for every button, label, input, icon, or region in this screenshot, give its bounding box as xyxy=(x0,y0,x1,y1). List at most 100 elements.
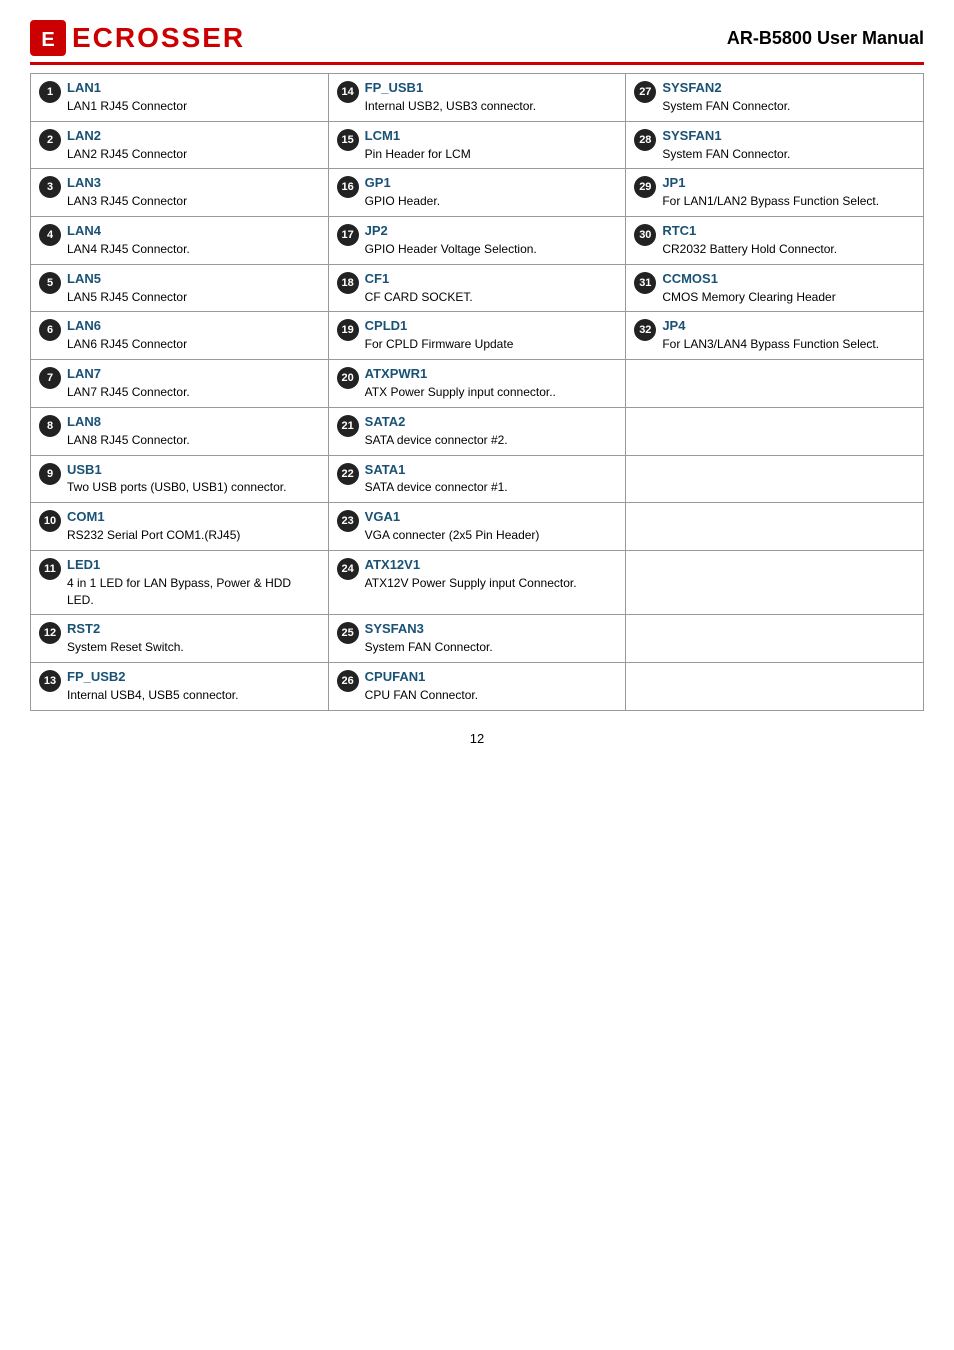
table-cell: 14 FP_USB1 Internal USB2, USB3 connector… xyxy=(328,74,626,122)
item-title: FP_USB2 xyxy=(67,669,320,686)
item-badge: 4 xyxy=(39,224,61,246)
item-title: CPLD1 xyxy=(365,318,618,335)
table-cell xyxy=(626,550,924,614)
table-cell: 20 ATXPWR1 ATX Power Supply input connec… xyxy=(328,360,626,408)
table-cell: 4 LAN4 LAN4 RJ45 Connector. xyxy=(31,217,329,265)
item-desc: CF CARD SOCKET. xyxy=(365,289,618,306)
item-badge: 32 xyxy=(634,319,656,341)
item-desc: 4 in 1 LED for LAN Bypass, Power & HDD L… xyxy=(67,575,320,609)
list-item: 25 SYSFAN3 System FAN Connector. xyxy=(337,621,618,656)
item-badge: 23 xyxy=(337,510,359,532)
item-badge: 8 xyxy=(39,415,61,437)
list-item: 29 JP1 For LAN1/LAN2 Bypass Function Sel… xyxy=(634,175,915,210)
item-title: JP1 xyxy=(662,175,915,192)
item-desc: VGA connecter (2x5 Pin Header) xyxy=(365,527,618,544)
item-badge: 12 xyxy=(39,622,61,644)
table-cell: 11 LED1 4 in 1 LED for LAN Bypass, Power… xyxy=(31,550,329,614)
item-title: GP1 xyxy=(365,175,618,192)
item-badge: 1 xyxy=(39,81,61,103)
list-item: 23 VGA1 VGA connecter (2x5 Pin Header) xyxy=(337,509,618,544)
table-cell: 27 SYSFAN2 System FAN Connector. xyxy=(626,74,924,122)
item-content: LCM1 Pin Header for LCM xyxy=(365,128,618,163)
list-item: 28 SYSFAN1 System FAN Connector. xyxy=(634,128,915,163)
item-desc: CMOS Memory Clearing Header xyxy=(662,289,915,306)
list-item: 32 JP4 For LAN3/LAN4 Bypass Function Sel… xyxy=(634,318,915,353)
item-desc: GPIO Header Voltage Selection. xyxy=(365,241,618,258)
item-content: GP1 GPIO Header. xyxy=(365,175,618,210)
item-desc: ATX12V Power Supply input Connector. xyxy=(365,575,618,592)
item-desc: CPU FAN Connector. xyxy=(365,687,618,704)
item-desc: LAN3 RJ45 Connector xyxy=(67,193,320,210)
item-title: COM1 xyxy=(67,509,320,526)
item-content: FP_USB1 Internal USB2, USB3 connector. xyxy=(365,80,618,115)
table-cell: 13 FP_USB2 Internal USB4, USB5 connector… xyxy=(31,663,329,711)
table-cell: 6 LAN6 LAN6 RJ45 Connector xyxy=(31,312,329,360)
item-title: SATA2 xyxy=(365,414,618,431)
page-header: E ECROSSER AR-B5800 User Manual xyxy=(30,20,924,65)
item-badge: 14 xyxy=(337,81,359,103)
item-content: LED1 4 in 1 LED for LAN Bypass, Power & … xyxy=(67,557,320,608)
item-title: LED1 xyxy=(67,557,320,574)
list-item: 30 RTC1 CR2032 Battery Hold Connector. xyxy=(634,223,915,258)
item-content: SATA1 SATA device connector #1. xyxy=(365,462,618,497)
item-content: USB1 Two USB ports (USB0, USB1) connecto… xyxy=(67,462,320,497)
item-content: COM1 RS232 Serial Port COM1.(RJ45) xyxy=(67,509,320,544)
table-cell: 32 JP4 For LAN3/LAN4 Bypass Function Sel… xyxy=(626,312,924,360)
item-title: JP2 xyxy=(365,223,618,240)
item-content: SYSFAN2 System FAN Connector. xyxy=(662,80,915,115)
list-item: 11 LED1 4 in 1 LED for LAN Bypass, Power… xyxy=(39,557,320,608)
list-item: 24 ATX12V1 ATX12V Power Supply input Con… xyxy=(337,557,618,592)
table-cell: 15 LCM1 Pin Header for LCM xyxy=(328,121,626,169)
item-badge: 11 xyxy=(39,558,61,580)
table-cell xyxy=(626,503,924,551)
item-desc: Internal USB2, USB3 connector. xyxy=(365,98,618,115)
item-badge: 3 xyxy=(39,176,61,198)
item-content: LAN8 LAN8 RJ45 Connector. xyxy=(67,414,320,449)
table-cell: 24 ATX12V1 ATX12V Power Supply input Con… xyxy=(328,550,626,614)
item-desc: System Reset Switch. xyxy=(67,639,320,656)
list-item: 2 LAN2 LAN2 RJ45 Connector xyxy=(39,128,320,163)
list-item: 16 GP1 GPIO Header. xyxy=(337,175,618,210)
item-content: CPLD1 For CPLD Firmware Update xyxy=(365,318,618,353)
item-badge: 13 xyxy=(39,670,61,692)
item-desc: For CPLD Firmware Update xyxy=(365,336,618,353)
item-title: RTC1 xyxy=(662,223,915,240)
item-content: LAN7 LAN7 RJ45 Connector. xyxy=(67,366,320,401)
table-cell: 8 LAN8 LAN8 RJ45 Connector. xyxy=(31,407,329,455)
item-content: SYSFAN3 System FAN Connector. xyxy=(365,621,618,656)
item-badge: 15 xyxy=(337,129,359,151)
table-cell: 23 VGA1 VGA connecter (2x5 Pin Header) xyxy=(328,503,626,551)
item-content: ATX12V1 ATX12V Power Supply input Connec… xyxy=(365,557,618,592)
item-badge: 22 xyxy=(337,463,359,485)
item-title: LAN1 xyxy=(67,80,320,97)
item-badge: 19 xyxy=(337,319,359,341)
table-cell: 22 SATA1 SATA device connector #1. xyxy=(328,455,626,503)
item-badge: 26 xyxy=(337,670,359,692)
item-title: SYSFAN3 xyxy=(365,621,618,638)
item-title: CPUFAN1 xyxy=(365,669,618,686)
item-desc: LAN2 RJ45 Connector xyxy=(67,146,320,163)
item-content: FP_USB2 Internal USB4, USB5 connector. xyxy=(67,669,320,704)
table-cell: 5 LAN5 LAN5 RJ45 Connector xyxy=(31,264,329,312)
table-cell: 18 CF1 CF CARD SOCKET. xyxy=(328,264,626,312)
item-badge: 21 xyxy=(337,415,359,437)
item-title: LAN5 xyxy=(67,271,320,288)
item-badge: 25 xyxy=(337,622,359,644)
item-content: ATXPWR1 ATX Power Supply input connector… xyxy=(365,366,618,401)
item-content: CF1 CF CARD SOCKET. xyxy=(365,271,618,306)
item-content: RST2 System Reset Switch. xyxy=(67,621,320,656)
item-title: VGA1 xyxy=(365,509,618,526)
item-content: JP2 GPIO Header Voltage Selection. xyxy=(365,223,618,258)
item-badge: 5 xyxy=(39,272,61,294)
table-cell: 25 SYSFAN3 System FAN Connector. xyxy=(328,615,626,663)
item-desc: LAN5 RJ45 Connector xyxy=(67,289,320,306)
item-title: LAN4 xyxy=(67,223,320,240)
item-content: LAN5 LAN5 RJ45 Connector xyxy=(67,271,320,306)
item-content: LAN3 LAN3 RJ45 Connector xyxy=(67,175,320,210)
item-content: SATA2 SATA device connector #2. xyxy=(365,414,618,449)
item-badge: 18 xyxy=(337,272,359,294)
table-cell: 7 LAN7 LAN7 RJ45 Connector. xyxy=(31,360,329,408)
item-title: CCMOS1 xyxy=(662,271,915,288)
list-item: 22 SATA1 SATA device connector #1. xyxy=(337,462,618,497)
item-title: SYSFAN2 xyxy=(662,80,915,97)
